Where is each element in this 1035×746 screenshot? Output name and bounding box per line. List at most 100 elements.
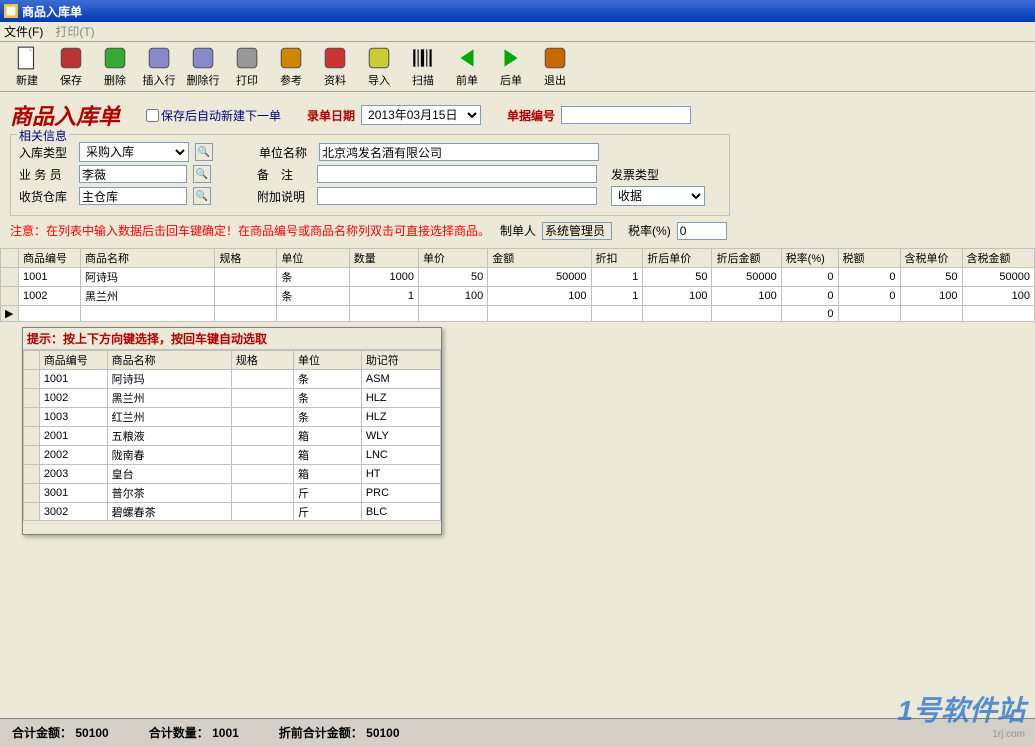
cell-discount[interactable]: 1	[591, 268, 643, 287]
popup-row[interactable]: 1001阿诗玛条ASM	[24, 370, 441, 389]
cell-amount[interactable]: 50000	[488, 268, 591, 287]
cell-amount[interactable]: 100	[488, 287, 591, 306]
cell-discount[interactable]: 1	[591, 287, 643, 306]
cell-tprice[interactable]	[900, 306, 962, 322]
cell-price[interactable]	[418, 306, 487, 322]
cell-name[interactable]: 阿诗玛	[81, 268, 215, 287]
intype-select[interactable]: 采购入库	[79, 142, 189, 162]
popup-col-header[interactable]: 商品名称	[107, 351, 231, 370]
popup-row[interactable]: 2003皇台箱HT	[24, 465, 441, 484]
cell-tamount[interactable]: 100	[962, 287, 1034, 306]
col-header[interactable]: 数量	[349, 249, 418, 268]
popup-row[interactable]: 3002碧螺春茶斤BLC	[24, 503, 441, 521]
new-button[interactable]: 新建	[8, 45, 46, 89]
table-row[interactable]: ▶0	[1, 306, 1035, 322]
col-header[interactable]: 折后单价	[643, 249, 712, 268]
popup-hscroll[interactable]	[23, 520, 441, 534]
col-header[interactable]: 税额	[838, 249, 900, 268]
col-header[interactable]: 含税金额	[962, 249, 1034, 268]
delete-row-button[interactable]: 删除行	[184, 45, 222, 89]
material-button[interactable]: 资料	[316, 45, 354, 89]
cell-code[interactable]: 1001	[19, 268, 81, 287]
popup-row[interactable]: 1003红兰州条HLZ	[24, 408, 441, 427]
popup-col-header[interactable]: 单位	[294, 351, 362, 370]
col-header[interactable]: 折后金额	[712, 249, 781, 268]
auto-new-input[interactable]	[146, 109, 159, 122]
cell-unit[interactable]: 条	[277, 268, 349, 287]
cell-tax[interactable]	[838, 306, 900, 322]
cell-qty[interactable]	[349, 306, 418, 322]
cell-damount[interactable]	[712, 306, 781, 322]
insert-row-button[interactable]: 插入行	[140, 45, 178, 89]
exit-button[interactable]: 退出	[536, 45, 574, 89]
cell-trate[interactable]: 0	[781, 287, 838, 306]
product-lookup-popup[interactable]: 提示：按上下方向键选择，按回车键自动选取 商品编号商品名称规格单位助记符1001…	[22, 327, 442, 535]
cell-unit[interactable]: 条	[277, 287, 349, 306]
cell-tprice[interactable]: 100	[900, 287, 962, 306]
delete-button[interactable]: 删除	[96, 45, 134, 89]
cell-trate[interactable]: 0	[781, 306, 838, 322]
addnote-input[interactable]	[317, 187, 597, 205]
col-header[interactable]: 含税单价	[900, 249, 962, 268]
save-button[interactable]: 保存	[52, 45, 90, 89]
cell-name[interactable]: 黑兰州	[81, 287, 215, 306]
date-select[interactable]: 2013年03月15日	[361, 105, 481, 125]
cell-code[interactable]	[19, 306, 81, 322]
cell-spec[interactable]	[215, 287, 277, 306]
popup-row[interactable]: 1002黑兰州条HLZ	[24, 389, 441, 408]
popup-row[interactable]: 2001五粮液箱WLY	[24, 427, 441, 446]
popup-row[interactable]: 3001普尔茶斤PRC	[24, 484, 441, 503]
warehouse-lookup-icon[interactable]: 🔍	[193, 187, 211, 205]
col-header[interactable]: 税率(%)	[781, 249, 838, 268]
docno-input[interactable]	[561, 106, 691, 124]
cell-dprice[interactable]: 100	[643, 287, 712, 306]
col-header[interactable]: 折扣	[591, 249, 643, 268]
cell-discount[interactable]	[591, 306, 643, 322]
col-header[interactable]: 金额	[488, 249, 591, 268]
cell-tamount[interactable]	[962, 306, 1034, 322]
popup-col-header[interactable]: 规格	[231, 351, 293, 370]
popup-col-header[interactable]: 商品编号	[39, 351, 107, 370]
reference-button[interactable]: 参考	[272, 45, 310, 89]
cell-name[interactable]	[81, 306, 215, 322]
col-header[interactable]: 规格	[215, 249, 277, 268]
unit-input[interactable]	[319, 143, 599, 161]
popup-row[interactable]: 2002陇南春箱LNC	[24, 446, 441, 465]
warehouse-input[interactable]	[79, 187, 187, 205]
auto-new-checkbox[interactable]: 保存后自动新建下一单	[146, 107, 281, 124]
cell-price[interactable]: 100	[418, 287, 487, 306]
cell-dprice[interactable]: 50	[643, 268, 712, 287]
cell-tprice[interactable]: 50	[900, 268, 962, 287]
popup-col-header[interactable]: 助记符	[361, 351, 440, 370]
import-button[interactable]: 导入	[360, 45, 398, 89]
cell-tax[interactable]: 0	[838, 287, 900, 306]
cell-damount[interactable]: 50000	[712, 268, 781, 287]
clerk-lookup-icon[interactable]: 🔍	[193, 165, 211, 183]
cell-amount[interactable]	[488, 306, 591, 322]
next-button[interactable]: 后单	[492, 45, 530, 89]
invoice-select[interactable]: 收据	[611, 186, 705, 206]
prev-button[interactable]: 前单	[448, 45, 486, 89]
main-grid[interactable]: 商品编号商品名称规格单位数量单价金额折扣折后单价折后金额税率(%)税额含税单价含…	[0, 248, 1035, 322]
table-row[interactable]: 1002黑兰州条1100100110010000100100	[1, 287, 1035, 306]
cell-damount[interactable]: 100	[712, 287, 781, 306]
cell-code[interactable]: 1002	[19, 287, 81, 306]
cell-spec[interactable]	[215, 306, 277, 322]
remark-input[interactable]	[317, 165, 597, 183]
cell-unit[interactable]	[277, 306, 349, 322]
cell-qty[interactable]: 1000	[349, 268, 418, 287]
menu-file[interactable]: 文件(F)	[4, 23, 43, 40]
cell-trate[interactable]: 0	[781, 268, 838, 287]
taxrate-input[interactable]	[677, 222, 727, 240]
intype-lookup-icon[interactable]: 🔍	[195, 143, 213, 161]
col-header[interactable]: 单价	[418, 249, 487, 268]
table-row[interactable]: 1001阿诗玛条1000505000015050000005050000	[1, 268, 1035, 287]
cell-price[interactable]: 50	[418, 268, 487, 287]
col-header[interactable]: 单位	[277, 249, 349, 268]
cell-tax[interactable]: 0	[838, 268, 900, 287]
menu-print[interactable]: 打印(T)	[55, 23, 94, 40]
cell-qty[interactable]: 1	[349, 287, 418, 306]
cell-dprice[interactable]	[643, 306, 712, 322]
cell-tamount[interactable]: 50000	[962, 268, 1034, 287]
col-header[interactable]: 商品名称	[81, 249, 215, 268]
